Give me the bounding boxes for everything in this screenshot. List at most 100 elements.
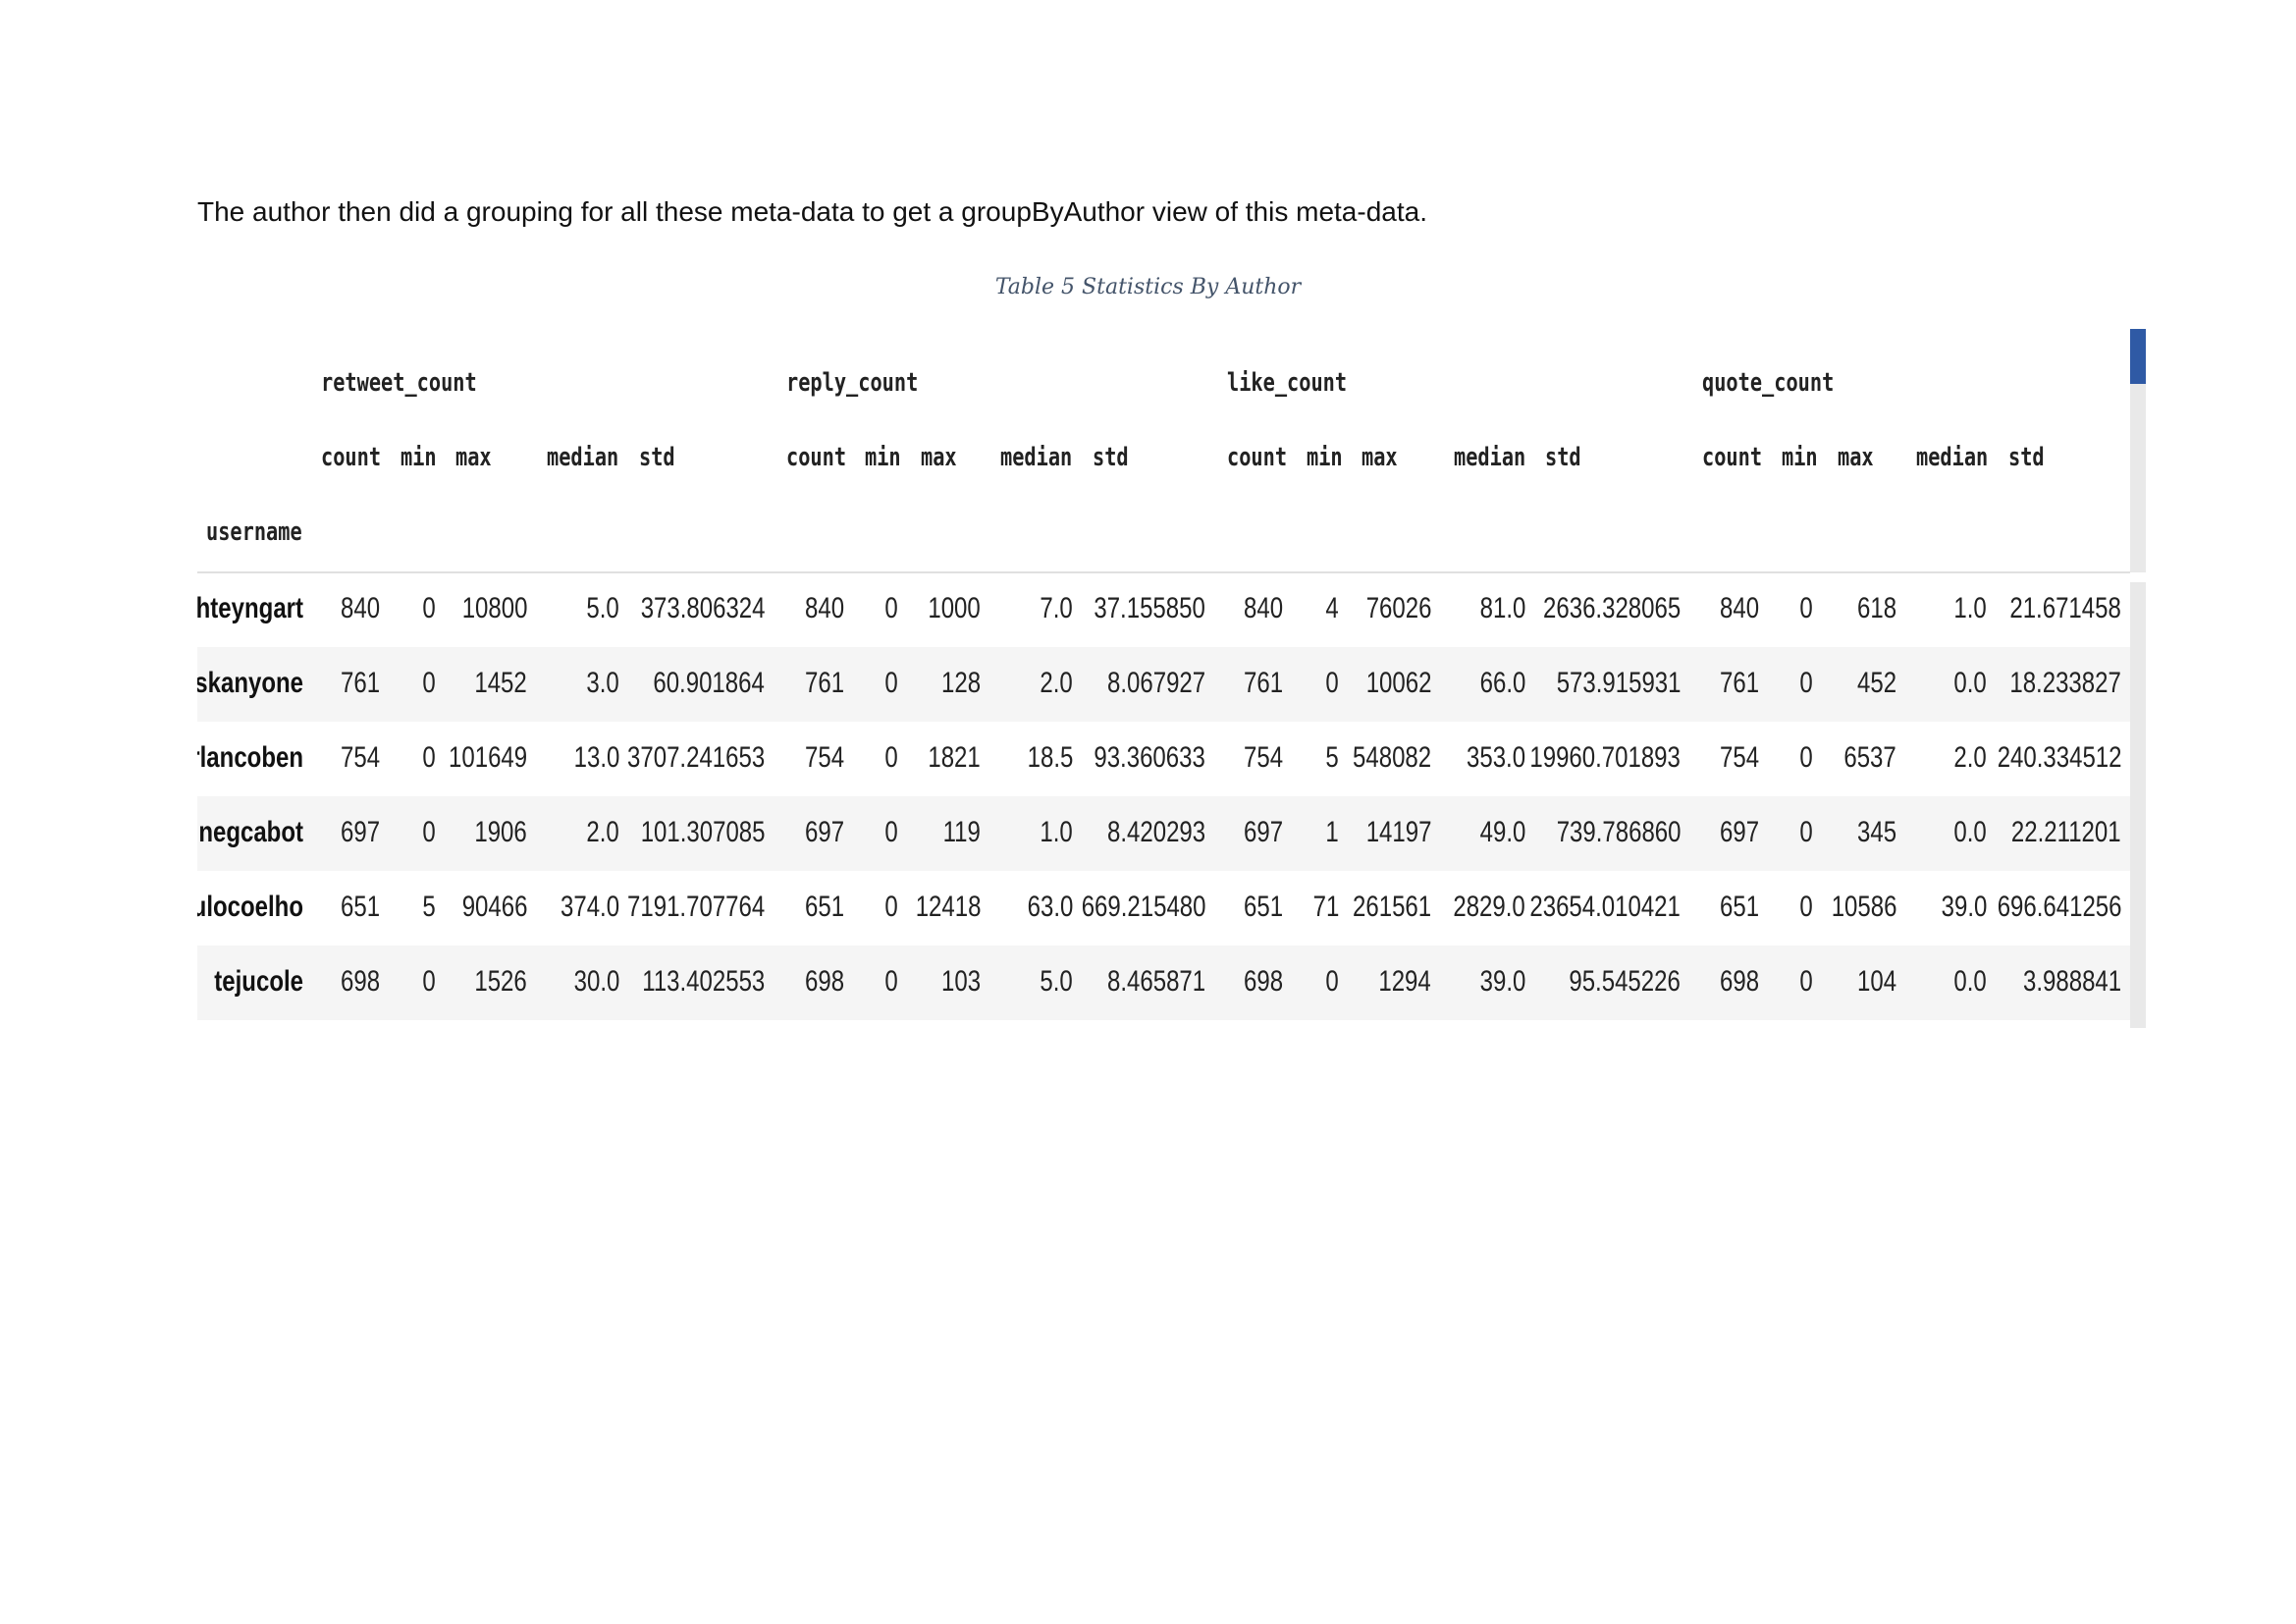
table-cell: 39.0 — [1479, 965, 1525, 998]
table-cell: 697 — [340, 816, 380, 848]
stat-header-max: max — [1362, 443, 1398, 472]
table-caption: Table 5 Statistics By Author — [994, 275, 1302, 299]
table-cell: 374.0 — [560, 891, 619, 923]
row-username: negcabot — [198, 816, 303, 848]
table-cell: 104 — [1856, 965, 1896, 998]
table-cell: 2.0 — [586, 816, 619, 848]
table-cell: 761 — [1719, 667, 1759, 699]
table-cell: 37.155850 — [1094, 592, 1205, 624]
group-header-quote: quote_count — [1702, 368, 1835, 398]
stat-header-min: min — [400, 443, 437, 472]
table-cell: 698 — [804, 965, 844, 998]
table-cell: 103 — [940, 965, 981, 998]
table-cell: 1 — [1325, 816, 1339, 848]
stat-header-min: min — [1307, 443, 1343, 472]
vertical-scrollbar[interactable] — [2130, 329, 2146, 1028]
table-cell: 3.0 — [586, 667, 619, 699]
table-cell: 697 — [804, 816, 844, 848]
table-cell: 128 — [940, 667, 981, 699]
table-cell: 1452 — [474, 667, 527, 699]
table-cell: 8.067927 — [1106, 667, 1205, 699]
table-cell: 5.0 — [586, 592, 619, 624]
table-cell: 81.0 — [1479, 592, 1525, 624]
table-cell: 95.545226 — [1569, 965, 1681, 998]
table-cell: 1526 — [474, 965, 527, 998]
stat-header-median: median — [547, 443, 619, 472]
table-cell: 18.5 — [1027, 741, 1073, 774]
row-username: ulocoelho — [197, 891, 303, 923]
stat-header-min: min — [865, 443, 901, 472]
table-cell: 12418 — [915, 891, 981, 923]
table-cell: 93.360633 — [1094, 741, 1205, 774]
stat-header-count: count — [1702, 443, 1763, 472]
table-cell: 573.915931 — [1556, 667, 1681, 699]
table-cell: 2.0 — [1040, 667, 1073, 699]
table-cell: 2.0 — [1953, 741, 1987, 774]
table-cell: 739.786860 — [1556, 816, 1681, 848]
table-cell: 696.641256 — [1997, 891, 2121, 923]
header-divider — [197, 571, 2130, 573]
table-cell: 101.307085 — [640, 816, 765, 848]
table-cell: 651 — [1719, 891, 1759, 923]
table-cell: 1821 — [928, 741, 981, 774]
table-cell: 76026 — [1365, 592, 1431, 624]
table-cell: 10586 — [1831, 891, 1896, 923]
table-cell: 119 — [942, 816, 981, 848]
group-header-retweet: retweet_count — [321, 368, 477, 398]
table-cell: 452 — [1856, 667, 1896, 699]
table-cell: 0 — [1799, 741, 1813, 774]
table-cell: 840 — [804, 592, 844, 624]
table-cell: 840 — [1243, 592, 1283, 624]
stat-header-count: count — [1227, 443, 1288, 472]
table-cell: 71 — [1312, 891, 1339, 923]
table-cell: 63.0 — [1027, 891, 1073, 923]
table-cell: 0 — [1799, 816, 1813, 848]
table-cell: 101649 — [448, 741, 527, 774]
table-cell: 6537 — [1843, 741, 1896, 774]
table-cell: 3707.241653 — [626, 741, 765, 774]
table-cell: 618 — [1856, 592, 1896, 624]
table-cell: 651 — [1243, 891, 1283, 923]
table-cell: 1000 — [928, 592, 981, 624]
table-cell: 0.0 — [1953, 816, 1987, 848]
stat-header-min: min — [1782, 443, 1818, 472]
stat-header-std: std — [1093, 443, 1129, 472]
table-cell: 8.465871 — [1106, 965, 1205, 998]
table-cell: 0.0 — [1953, 965, 1987, 998]
stat-header-std: std — [2008, 443, 2045, 472]
table-cell: 761 — [1243, 667, 1283, 699]
table-cell: 0 — [422, 741, 436, 774]
table-cell: 10800 — [461, 592, 527, 624]
table-cell: 1294 — [1378, 965, 1431, 998]
table-cell: 10062 — [1365, 667, 1431, 699]
stat-header-max: max — [455, 443, 492, 472]
row-username: tejucole — [214, 965, 303, 998]
index-header-username: username — [206, 517, 302, 547]
scrollbar-thumb[interactable] — [2130, 329, 2146, 384]
table-cell: 0 — [884, 816, 898, 848]
table-cell: 5 — [422, 891, 436, 923]
table-cell: 0 — [1799, 965, 1813, 998]
stat-header-count: count — [786, 443, 847, 472]
table-cell: 697 — [1243, 816, 1283, 848]
table-cell: 8.420293 — [1106, 816, 1205, 848]
table-cell: 0 — [884, 891, 898, 923]
table-cell: 0 — [422, 965, 436, 998]
stat-header-count: count — [321, 443, 382, 472]
stat-header-std: std — [639, 443, 675, 472]
table-cell: 7191.707764 — [626, 891, 765, 923]
stat-header-median: median — [1000, 443, 1073, 472]
table-cell: 0 — [1799, 891, 1813, 923]
table-cell: 0 — [1325, 667, 1339, 699]
table-cell: 840 — [1719, 592, 1759, 624]
table-cell: 0 — [422, 667, 436, 699]
table-cell: 669.215480 — [1081, 891, 1205, 923]
table-cell: 1.0 — [1040, 816, 1073, 848]
table-cell: 23654.010421 — [1529, 891, 1682, 923]
table-cell: 0 — [422, 592, 436, 624]
table-cell: 0 — [884, 592, 898, 624]
table-cell: 240.334512 — [1997, 741, 2121, 774]
table-cell: 698 — [1243, 965, 1283, 998]
row-username: rlancoben — [197, 741, 303, 774]
table-cell: 548082 — [1352, 741, 1431, 774]
